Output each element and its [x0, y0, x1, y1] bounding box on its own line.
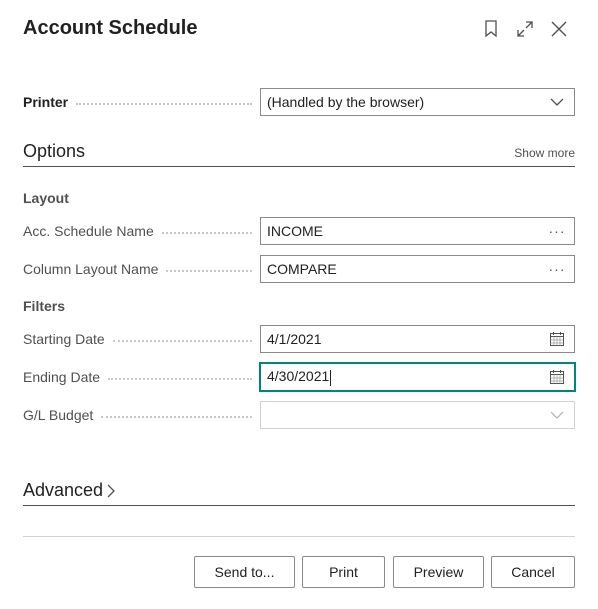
expand-icon[interactable]: [514, 18, 536, 40]
chevron-right-icon: [106, 483, 116, 499]
cancel-button[interactable]: Cancel: [491, 556, 575, 588]
print-button[interactable]: Print: [302, 556, 385, 588]
column-layout-name-label: Column Layout Name: [23, 261, 260, 277]
acc-schedule-name-field[interactable]: INCOME ···: [260, 217, 575, 245]
starting-date-label: Starting Date: [23, 331, 260, 347]
acc-schedule-name-label: Acc. Schedule Name: [23, 223, 260, 239]
ending-date-field[interactable]: 4/30/2021: [259, 362, 576, 392]
send-to-button[interactable]: Send to...: [194, 556, 295, 588]
filters-group-label: Filters: [23, 298, 66, 314]
printer-select[interactable]: (Handled by the browser): [260, 88, 575, 116]
acc-schedule-name-value: INCOME: [267, 223, 323, 239]
starting-date-label-text: Starting Date: [23, 331, 105, 347]
calendar-icon[interactable]: [546, 328, 568, 350]
printer-label: Printer: [23, 94, 260, 110]
text-caret: [330, 369, 332, 386]
chevron-down-icon: [546, 404, 568, 426]
preview-button[interactable]: Preview: [393, 556, 484, 588]
label-leader: [161, 232, 252, 234]
starting-date-field[interactable]: 4/1/2021: [260, 325, 575, 353]
layout-group-label: Layout: [23, 190, 69, 206]
advanced-section-header[interactable]: Advanced: [23, 480, 116, 501]
advanced-divider: [23, 505, 575, 506]
label-leader: [108, 378, 252, 380]
label-leader: [112, 340, 252, 342]
printer-label-text: Printer: [23, 94, 69, 110]
footer-divider: [23, 536, 575, 537]
lookup-ellipsis-icon[interactable]: ···: [546, 220, 568, 242]
close-icon[interactable]: [548, 18, 570, 40]
ending-date-label-text: Ending Date: [23, 369, 101, 385]
ending-date-label: Ending Date: [23, 369, 260, 385]
label-leader: [76, 103, 252, 105]
gl-budget-select[interactable]: [260, 401, 575, 429]
title-actions: [480, 18, 570, 40]
advanced-title: Advanced: [23, 480, 104, 500]
chevron-down-icon: [546, 91, 568, 113]
printer-value: (Handled by the browser): [267, 94, 425, 110]
options-title[interactable]: Options: [23, 141, 85, 162]
gl-budget-label: G/L Budget: [23, 407, 260, 423]
column-layout-name-label-text: Column Layout Name: [23, 261, 159, 277]
options-divider: [23, 166, 575, 167]
label-leader: [101, 416, 252, 418]
ending-date-value: 4/30/2021: [267, 368, 330, 385]
column-layout-name-field[interactable]: COMPARE ···: [260, 255, 575, 283]
gl-budget-label-text: G/L Budget: [23, 407, 94, 423]
lookup-ellipsis-icon[interactable]: ···: [546, 258, 568, 280]
starting-date-value: 4/1/2021: [267, 331, 322, 347]
dialog-title: Account Schedule: [23, 17, 198, 39]
acc-schedule-name-label-text: Acc. Schedule Name: [23, 223, 154, 239]
ending-date-value-wrap: 4/30/2021: [267, 368, 546, 386]
bookmark-icon[interactable]: [480, 18, 502, 40]
calendar-icon[interactable]: [546, 366, 568, 388]
label-leader: [166, 270, 252, 272]
column-layout-name-value: COMPARE: [267, 261, 337, 277]
show-more-link[interactable]: Show more: [514, 146, 575, 160]
